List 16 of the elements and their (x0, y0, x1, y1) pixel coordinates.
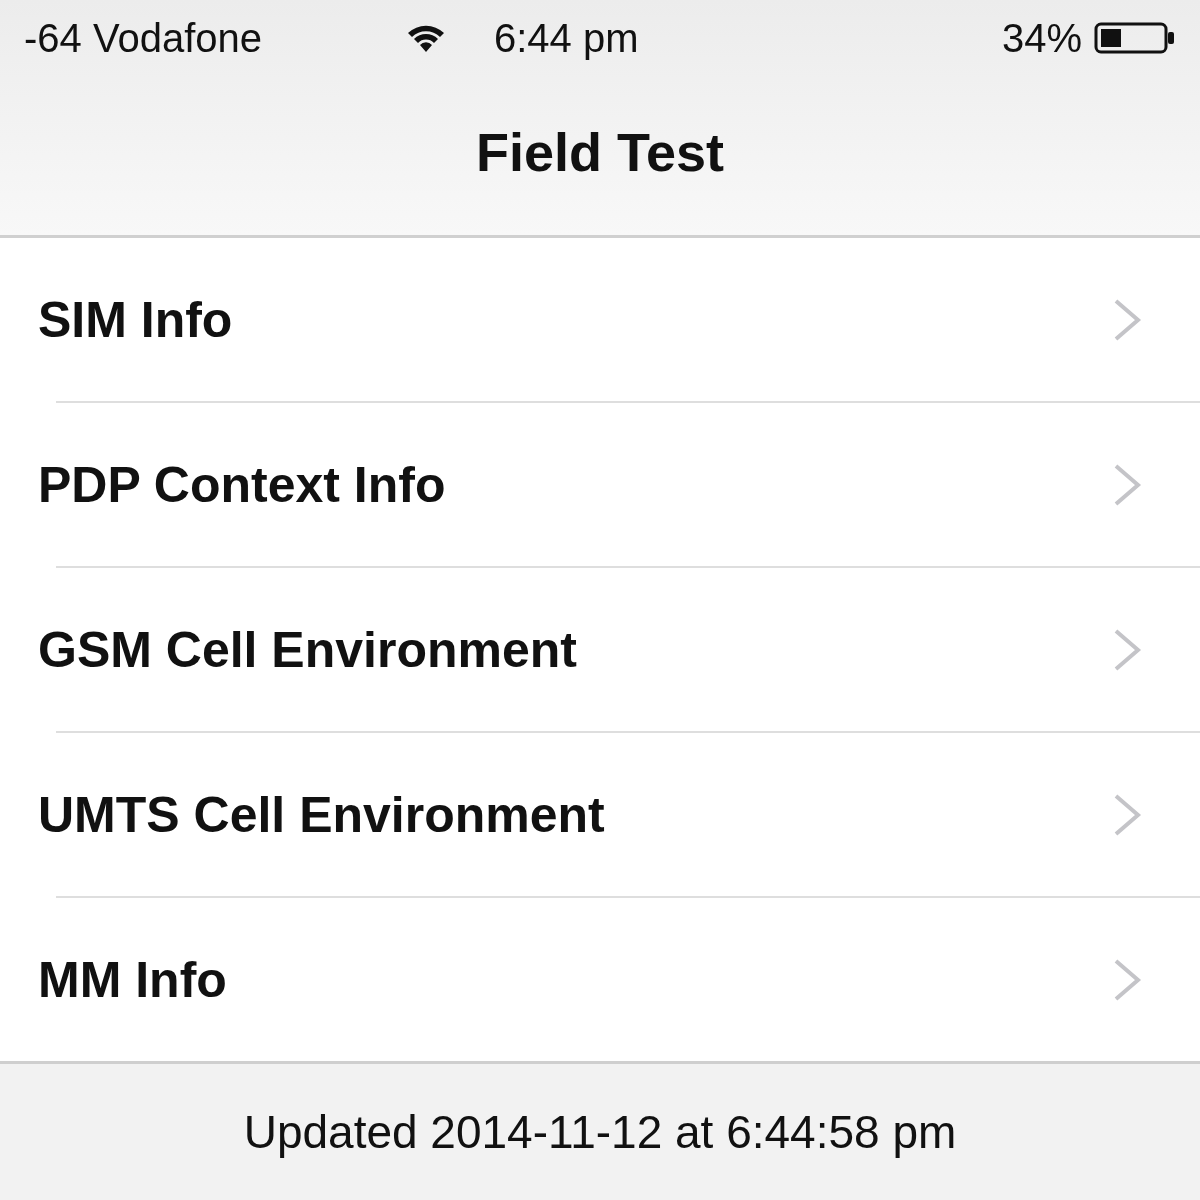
menu-row[interactable]: MM Info (0, 898, 1200, 1061)
chevron-icon (1112, 792, 1142, 837)
chevron-icon (1112, 627, 1142, 672)
battery-icon (1094, 21, 1176, 55)
menu-row[interactable]: GSM Cell Environment (0, 568, 1200, 731)
carrier-signal: -64 Vodafone (24, 15, 263, 61)
clock-time: 6:44 pm (494, 15, 639, 61)
menu-row[interactable]: PDP Context Info (0, 403, 1200, 566)
menu-row[interactable]: SIM Info (0, 238, 1200, 401)
chevron-icon (1112, 297, 1142, 342)
chevron-icon (1112, 462, 1142, 507)
menu-row[interactable]: UMTS Cell Environment (0, 733, 1200, 896)
update-status: Updated 2014-11-12 at 6:44:58 pm (243, 1105, 957, 1159)
battery-percentage: 34% (1001, 15, 1082, 61)
chevron-icon (1112, 957, 1142, 1002)
screen-title: Field Test (474, 120, 725, 184)
